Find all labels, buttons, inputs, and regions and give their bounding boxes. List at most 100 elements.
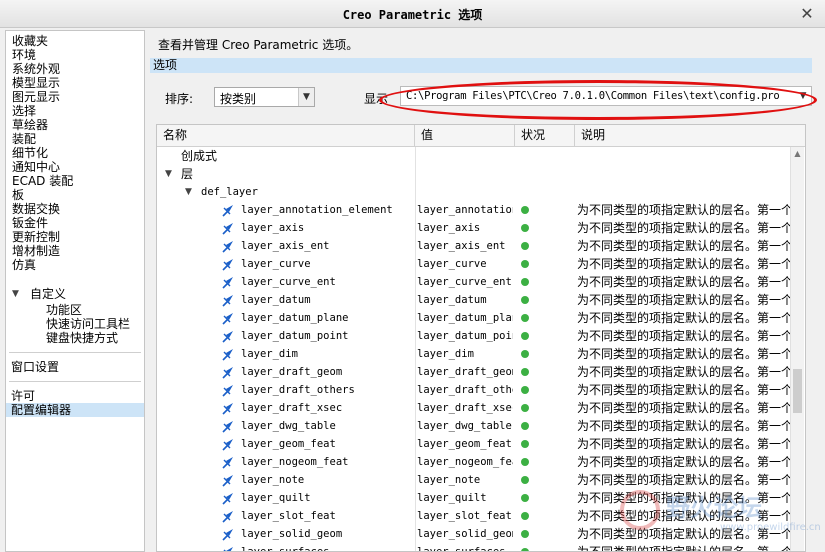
expand-triangle-icon[interactable]: ▼: [165, 169, 172, 179]
sidebar-item[interactable]: ECAD 装配: [6, 174, 144, 188]
status-ok-icon: [521, 404, 529, 412]
table-row[interactable]: layer_dwg_table layer_dwg_table 为不同类型的项指定默…: [157, 417, 791, 435]
option-name: layer_curve_ent: [241, 276, 336, 288]
table-row[interactable]: layer_solid_geom layer_solid_geom 为不同类型的项指…: [157, 525, 791, 543]
tree-row[interactable]: ▼ def_layer: [157, 183, 791, 201]
status-cell: [515, 399, 573, 417]
option-value[interactable]: layer_note: [417, 471, 513, 489]
option-value[interactable]: layer_axis_ent: [417, 237, 513, 255]
scroll-thumb[interactable]: [793, 369, 802, 413]
close-icon[interactable]: ✕: [799, 4, 815, 23]
sidebar-item[interactable]: 草绘器: [6, 118, 144, 132]
table-row[interactable]: layer_draft_xsec layer_draft_xsec 为不同类型的项指…: [157, 399, 791, 417]
table-row[interactable]: layer_quilt layer_quilt 为不同类型的项指定默认的层名。第一个: [157, 489, 791, 507]
option-value[interactable]: layer_annotation: [417, 201, 513, 219]
sidebar-item[interactable]: 装配: [6, 132, 144, 146]
sidebar-item-config-editor[interactable]: 配置编辑器: [6, 403, 144, 417]
table-row[interactable]: layer_geom_feat layer_geom_feat 为不同类型的项指定默…: [157, 435, 791, 453]
sidebar-item[interactable]: 增材制造: [6, 244, 144, 258]
option-value[interactable]: layer_draft_other: [417, 381, 513, 399]
sidebar-item[interactable]: 图元显示: [6, 90, 144, 104]
column-note[interactable]: 说明: [575, 125, 805, 146]
table-row[interactable]: layer_axis layer_axis 为不同类型的项指定默认的层名。第一个: [157, 219, 791, 237]
option-note: 为不同类型的项指定默认的层名。第一个: [577, 311, 791, 325]
option-value[interactable]: layer_dim: [417, 345, 513, 363]
option-name: layer_draft_geom: [241, 366, 343, 378]
chevron-down-icon[interactable]: ▼: [795, 87, 811, 105]
table-row[interactable]: layer_slot_feat layer_slot_feat 为不同类型的项指定默…: [157, 507, 791, 525]
option-value[interactable]: layer_nogeom_fea: [417, 453, 513, 471]
scroll-up-icon[interactable]: ▲: [791, 149, 804, 158]
pin-icon: [221, 257, 235, 271]
option-value[interactable]: layer_datum: [417, 291, 513, 309]
sidebar-item[interactable]: 细节化: [6, 146, 144, 160]
option-value[interactable]: layer_curve_ent: [417, 273, 513, 291]
option-value[interactable]: layer_quilt: [417, 489, 513, 507]
sidebar-item[interactable]: 板: [6, 188, 144, 202]
sidebar-item[interactable]: 更新控制: [6, 230, 144, 244]
sidebar-item[interactable]: 仿真: [6, 258, 144, 272]
option-value[interactable]: layer_slot_feat: [417, 507, 513, 525]
status-ok-icon: [521, 350, 529, 358]
sidebar-item[interactable]: 通知中心: [6, 160, 144, 174]
status-cell: [515, 435, 573, 453]
table-row[interactable]: layer_datum layer_datum 为不同类型的项指定默认的层名。第一个: [157, 291, 791, 309]
table-row[interactable]: layer_nogeom_feat layer_nogeom_fea 为不同类型的项…: [157, 453, 791, 471]
expand-triangle-icon[interactable]: ▼: [12, 289, 19, 299]
table-row[interactable]: layer_curve layer_curve 为不同类型的项指定默认的层名。第一个: [157, 255, 791, 273]
sidebar-item-keyboard-shortcuts[interactable]: 键盘快捷方式: [46, 331, 142, 345]
option-note: 为不同类型的项指定默认的层名。第一个: [577, 329, 791, 343]
sidebar-item[interactable]: 钣金件: [6, 216, 144, 230]
table-row[interactable]: layer_annotation_element layer_annotation…: [157, 201, 791, 219]
sidebar-item[interactable]: 环境: [6, 48, 144, 62]
show-file-dropdown[interactable]: C:\Program Files\PTC\Creo 7.0.1.0\Common…: [400, 86, 812, 106]
sidebar-item[interactable]: 模型显示: [6, 76, 144, 90]
pin-icon: [221, 437, 235, 451]
option-value[interactable]: layer_geom_feat: [417, 435, 513, 453]
option-value[interactable]: layer_dwg_table: [417, 417, 513, 435]
column-value[interactable]: 值: [415, 125, 515, 146]
option-value[interactable]: layer_draft_geom: [417, 363, 513, 381]
option-value[interactable]: layer_solid_geom: [417, 525, 513, 543]
pin-icon: [221, 347, 235, 361]
sidebar-item-quick-access[interactable]: 快速访问工具栏: [46, 317, 142, 331]
option-name: layer_draft_others: [241, 384, 355, 396]
option-value[interactable]: layer_draft_xsec: [417, 399, 513, 417]
pin-icon: [221, 383, 235, 397]
sidebar-item-customize[interactable]: 自定义: [30, 287, 140, 301]
pin-icon: [221, 401, 235, 415]
table-row[interactable]: layer_note layer_note 为不同类型的项指定默认的层名。第一个: [157, 471, 791, 489]
column-name[interactable]: 名称: [157, 125, 415, 146]
sidebar-item[interactable]: 收藏夹: [6, 34, 144, 48]
vertical-scrollbar[interactable]: ▲: [790, 147, 804, 551]
tree-row[interactable]: ▼ 层: [157, 165, 791, 183]
option-value[interactable]: layer_surfaces: [417, 543, 513, 551]
tree-row[interactable]: 创成式: [157, 147, 791, 165]
chevron-down-icon[interactable]: ▼: [298, 88, 314, 106]
status-ok-icon: [521, 332, 529, 340]
option-name: layer_geom_feat: [241, 438, 336, 450]
expand-triangle-icon[interactable]: ▼: [185, 187, 192, 197]
status-ok-icon: [521, 278, 529, 286]
option-value[interactable]: layer_datum_plan: [417, 309, 513, 327]
column-status[interactable]: 状况: [515, 125, 575, 146]
sidebar-item-license[interactable]: 许可: [6, 389, 144, 403]
table-row[interactable]: layer_surfaces layer_surfaces 为不同类型的项指定默认的…: [157, 543, 791, 551]
table-row[interactable]: layer_datum_point layer_datum_poin 为不同类型的项…: [157, 327, 791, 345]
table-row[interactable]: layer_axis_ent layer_axis_ent 为不同类型的项指定默认的…: [157, 237, 791, 255]
option-value[interactable]: layer_axis: [417, 219, 513, 237]
table-row[interactable]: layer_datum_plane layer_datum_plan 为不同类型的项…: [157, 309, 791, 327]
sidebar-item-ribbon[interactable]: 功能区: [46, 303, 142, 317]
option-value[interactable]: layer_datum_poin: [417, 327, 513, 345]
table-row[interactable]: layer_curve_ent layer_curve_ent 为不同类型的项指定默…: [157, 273, 791, 291]
sort-dropdown[interactable]: 按类别 ▼: [214, 87, 315, 107]
sidebar-item[interactable]: 系统外观: [6, 62, 144, 76]
table-row[interactable]: layer_draft_others layer_draft_other 为不同类型…: [157, 381, 791, 399]
sidebar-item-window-settings[interactable]: 窗口设置: [6, 360, 144, 374]
sidebar-item[interactable]: 数据交换: [6, 202, 144, 216]
option-value[interactable]: layer_curve: [417, 255, 513, 273]
table-row[interactable]: layer_draft_geom layer_draft_geom 为不同类型的项指…: [157, 363, 791, 381]
sidebar-item[interactable]: 选择: [6, 104, 144, 118]
pin-icon: [221, 275, 235, 289]
table-row[interactable]: layer_dim layer_dim 为不同类型的项指定默认的层名。第一个: [157, 345, 791, 363]
